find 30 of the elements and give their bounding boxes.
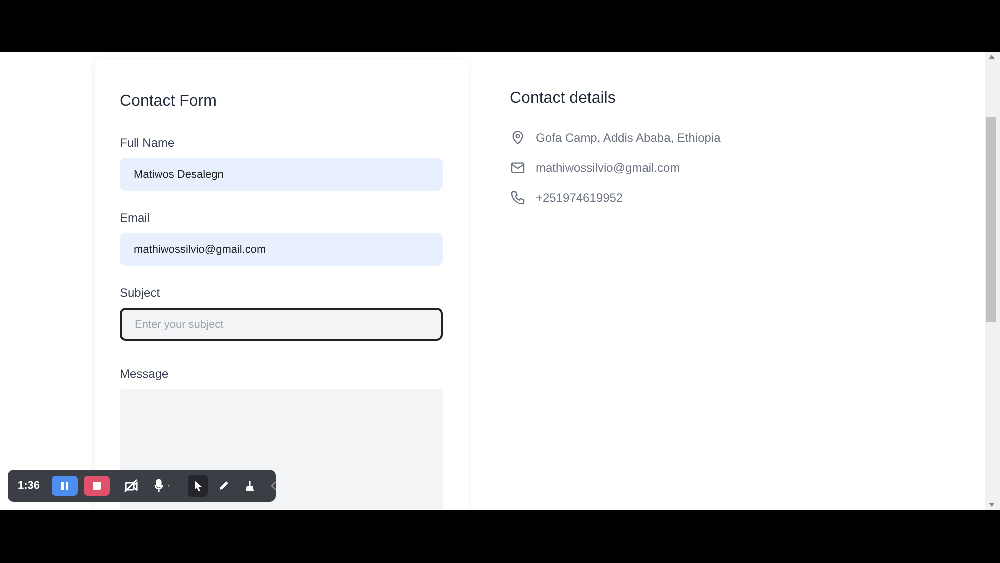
pen-icon: [218, 480, 230, 492]
camera-off-icon: [124, 479, 138, 493]
scrollbar-thumb[interactable]: [986, 117, 996, 322]
phone-icon: [510, 190, 526, 206]
broom-icon: [244, 480, 256, 492]
pointer-button[interactable]: [188, 475, 208, 497]
input-field[interactable]: mathiwossilvio@gmail.com: [120, 233, 443, 266]
scroll-down-icon[interactable]: [989, 503, 995, 507]
stop-icon: [92, 481, 102, 491]
input-field[interactable]: Matiwos Desalegn: [120, 158, 443, 191]
field-label: Message: [120, 366, 170, 383]
scroll-up-icon[interactable]: [989, 55, 995, 59]
contact-text: Gofa Camp, Addis Ababa, Ethiopia: [536, 130, 721, 147]
contact-text: +251974619952: [536, 190, 624, 207]
contact-text: mathiwossilvio@gmail.com: [536, 160, 680, 177]
field-label: Email: [120, 210, 152, 227]
chevron-left-icon: [270, 481, 278, 491]
pause-button[interactable]: [52, 476, 78, 496]
input-field[interactable]: Enter your subject: [120, 308, 443, 341]
pointer-icon: [192, 480, 204, 492]
field-label: Full Name: [120, 135, 176, 152]
location-pin-icon: [510, 130, 526, 146]
field-label: Subject: [120, 285, 162, 302]
pause-icon: [60, 481, 70, 491]
section-title: Contact details: [510, 89, 617, 109]
stop-button[interactable]: [84, 476, 110, 496]
mail-icon: [510, 160, 526, 176]
recording-time: 1:36: [18, 478, 40, 494]
form-title: Contact Form: [120, 92, 218, 112]
scrollbar[interactable]: [985, 52, 1000, 510]
